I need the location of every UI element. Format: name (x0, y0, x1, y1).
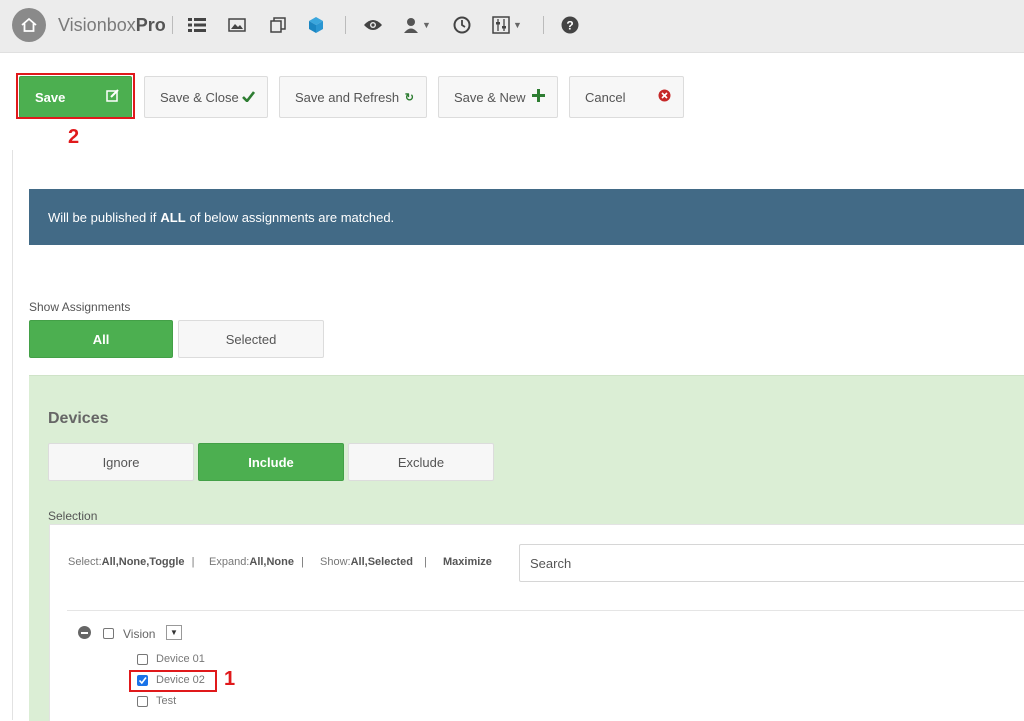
show-label: Show: (320, 556, 351, 568)
device-highlight-box (129, 670, 217, 692)
copy-icon[interactable] (270, 14, 286, 36)
save-close-label: Save & Close (160, 89, 239, 105)
step-marker-1: 1 (224, 668, 236, 690)
select-label: Select: (68, 556, 102, 568)
help-icon[interactable]: ? (561, 14, 579, 36)
eye-icon[interactable] (363, 14, 383, 36)
cube-icon[interactable] (307, 14, 325, 36)
svg-text:?: ? (566, 19, 573, 33)
image-icon[interactable] (228, 14, 246, 36)
save-highlight-box (16, 73, 135, 119)
selection-divider (67, 610, 1024, 611)
nav-divider (543, 16, 544, 34)
cancel-label: Cancel (585, 89, 626, 105)
group-dropdown[interactable]: ▼ (166, 625, 182, 640)
publish-rule-banner: Will be published if ALL of below assign… (29, 189, 1024, 245)
show-options-link[interactable]: All,Selected (351, 556, 413, 568)
home-icon[interactable] (12, 8, 46, 42)
banner-prefix: Will be published if (48, 209, 157, 225)
content-left-border (12, 150, 13, 720)
sliders-icon[interactable]: ▼ (492, 14, 522, 36)
step-marker-2: 2 (68, 126, 80, 148)
caret-down-icon: ▼ (170, 628, 178, 637)
refresh-icon: ↻ (404, 91, 414, 104)
mode-ignore-button[interactable]: Ignore (48, 443, 194, 481)
expand-options-link[interactable]: All,None (249, 556, 294, 568)
selection-label: Selection (48, 509, 98, 523)
top-nav: VisionboxPro ▼ ▼ ? (0, 0, 1024, 53)
show-selected-button[interactable]: Selected (178, 320, 324, 358)
group-checkbox[interactable] (103, 628, 114, 639)
expand-label: Expand: (209, 556, 250, 568)
plus-icon (532, 89, 545, 105)
chevron-down-icon: ▼ (422, 20, 431, 30)
maximize-label: Maximize (443, 556, 492, 568)
nav-divider (172, 16, 173, 34)
select-options-link[interactable]: All,None,Toggle (102, 556, 185, 568)
save-refresh-label: Save and Refresh (295, 89, 400, 105)
check-icon (242, 90, 256, 105)
control-separator: | (301, 556, 304, 568)
mode-exclude-button[interactable]: Exclude (348, 443, 494, 481)
save-new-label: Save & New (454, 89, 526, 105)
cancel-button[interactable]: Cancel (569, 76, 684, 118)
device-01-label: Device 01 (156, 653, 205, 665)
expand-controls: Expand:All,None | (209, 556, 304, 568)
banner-suffix: of below assignments are matched. (189, 209, 395, 225)
user-icon[interactable]: ▼ (403, 14, 431, 36)
save-close-button[interactable]: Save & Close (144, 76, 268, 118)
control-separator: | (424, 556, 427, 568)
test-checkbox[interactable] (137, 696, 148, 707)
maximize-link[interactable]: Maximize (443, 556, 492, 568)
brand-logo: VisionboxPro (58, 15, 166, 35)
save-new-button[interactable]: Save & New (438, 76, 558, 118)
mode-include-button[interactable]: Include (198, 443, 344, 481)
search-input[interactable]: Search (519, 544, 1024, 582)
show-assignments-label: Show Assignments (29, 300, 131, 314)
save-refresh-button[interactable]: Save and Refresh ↻ (279, 76, 427, 118)
nav-divider (345, 16, 346, 34)
collapse-icon[interactable] (78, 626, 91, 639)
search-placeholder: Search (530, 555, 572, 571)
banner-keyword: ALL (160, 209, 186, 225)
group-label: Vision (123, 627, 156, 641)
control-separator: | (191, 556, 195, 568)
show-all-button[interactable]: All (29, 320, 173, 358)
chevron-down-icon: ▼ (513, 20, 522, 30)
test-label: Test (156, 695, 177, 707)
select-controls: Select:All,None,Toggle | (68, 556, 194, 568)
device-01-checkbox[interactable] (137, 654, 148, 665)
devices-title: Devices (48, 410, 109, 427)
clock-icon[interactable] (453, 14, 471, 36)
list-icon[interactable] (188, 14, 206, 36)
show-controls: Show:All,Selected | (320, 556, 427, 568)
close-circle-icon (658, 89, 671, 105)
